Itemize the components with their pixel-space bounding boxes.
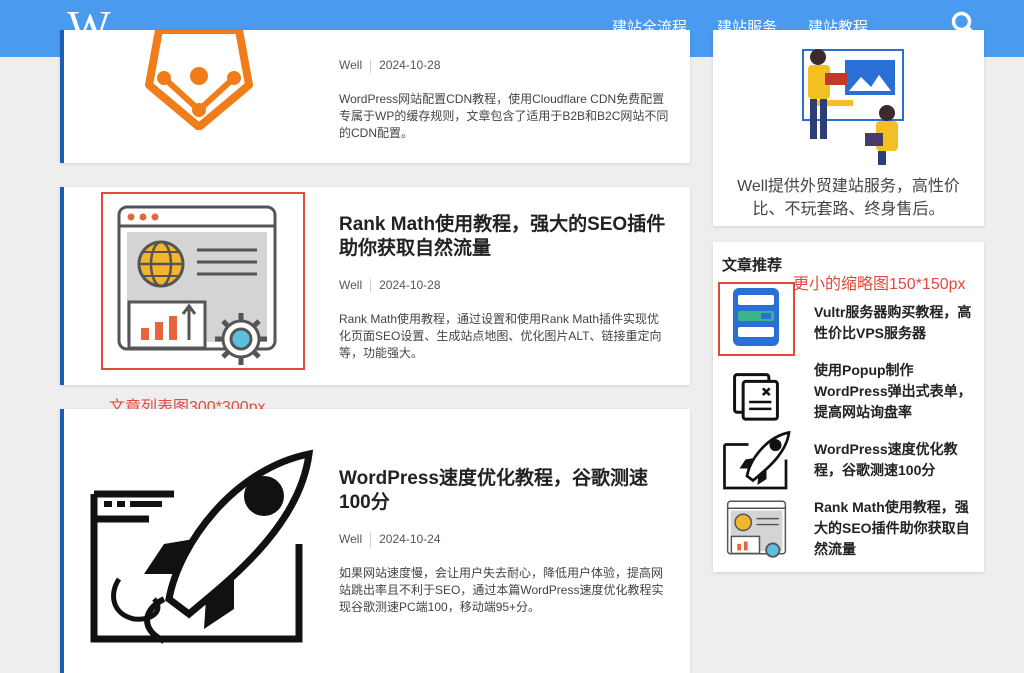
rocket-browser-icon[interactable] <box>84 449 314 649</box>
cdn-network-icon[interactable] <box>134 30 264 130</box>
rocket-browser-icon[interactable] <box>721 431 791 491</box>
recommended-item-title[interactable]: Rank Math使用教程，强大的SEO插件助你获取自然流量 <box>814 497 976 560</box>
post-excerpt: 如果网站速度慢，会让用户失去耐心，降低用户体验，提高网站跳出率且不利于SEO，通… <box>339 566 664 614</box>
seo-browser-icon[interactable] <box>721 494 795 564</box>
recommended-item-title[interactable]: WordPress速度优化教程，谷歌测速100分 <box>814 439 976 481</box>
thumbnail-highlight-box <box>718 282 795 356</box>
post-author[interactable]: Well <box>339 58 362 72</box>
post-meta: Well 2024-10-24 <box>339 532 441 547</box>
recommended-widget: 文章推荐 更小的缩略图150*150px Vultr服务器购买教程，高性价比VP… <box>713 242 984 572</box>
recommended-item[interactable]: Vultr服务器购买教程，高性价比VPS服务器 <box>713 282 984 356</box>
post-title[interactable]: Rank Math使用教程，强大的SEO插件助你获取自然流量 <box>339 213 669 261</box>
post-date: 2024-10-28 <box>379 58 441 72</box>
recommended-item-title[interactable]: 使用Popup制作WordPress弹出式表单，提高网站询盘率 <box>814 360 976 423</box>
post-meta: Well 2024-10-28 <box>339 58 441 73</box>
web-designers-illustration[interactable] <box>783 45 923 165</box>
post-title[interactable]: WordPress速度优化教程，谷歌测速100分 <box>339 467 669 515</box>
post-card: Rank Math使用教程，强大的SEO插件助你获取自然流量 Well 2024-… <box>60 187 690 385</box>
thumbnail-highlight-box <box>101 192 305 370</box>
widget-heading: 文章推荐 <box>722 257 783 274</box>
recommended-item-title[interactable]: Vultr服务器购买教程，高性价比VPS服务器 <box>814 302 976 344</box>
post-excerpt: WordPress网站配置CDN教程，使用Cloudflare CDN免费配置专… <box>339 92 669 140</box>
recommended-item[interactable]: Rank Math使用教程，强大的SEO插件助你获取自然流量 <box>713 494 984 564</box>
post-card: WordPress速度优化教程，谷歌测速100分 Well 2024-10-24 … <box>60 409 690 673</box>
promo-text: Well提供外贸建站服务，高性价比、不玩套路、终身售后。 <box>737 178 960 218</box>
post-excerpt: Rank Math使用教程，通过设置和使用Rank Math插件实现优化页面SE… <box>339 312 662 360</box>
promo-widget: Well提供外贸建站服务，高性价比、不玩套路、终身售后。 <box>713 30 984 226</box>
post-meta: Well 2024-10-28 <box>339 278 441 293</box>
popup-window-icon[interactable] <box>721 366 791 426</box>
recommended-item[interactable]: WordPress速度优化教程，谷歌测速100分 <box>713 431 984 491</box>
post-author[interactable]: Well <box>339 532 362 546</box>
post-author[interactable]: Well <box>339 278 362 292</box>
recommended-item[interactable]: 使用Popup制作WordPress弹出式表单，提高网站询盘率 <box>713 360 984 430</box>
post-date: 2024-10-28 <box>379 278 441 292</box>
post-date: 2024-10-24 <box>379 532 441 546</box>
post-card: Well 2024-10-28 WordPress网站配置CDN教程，使用Clou… <box>60 30 690 163</box>
